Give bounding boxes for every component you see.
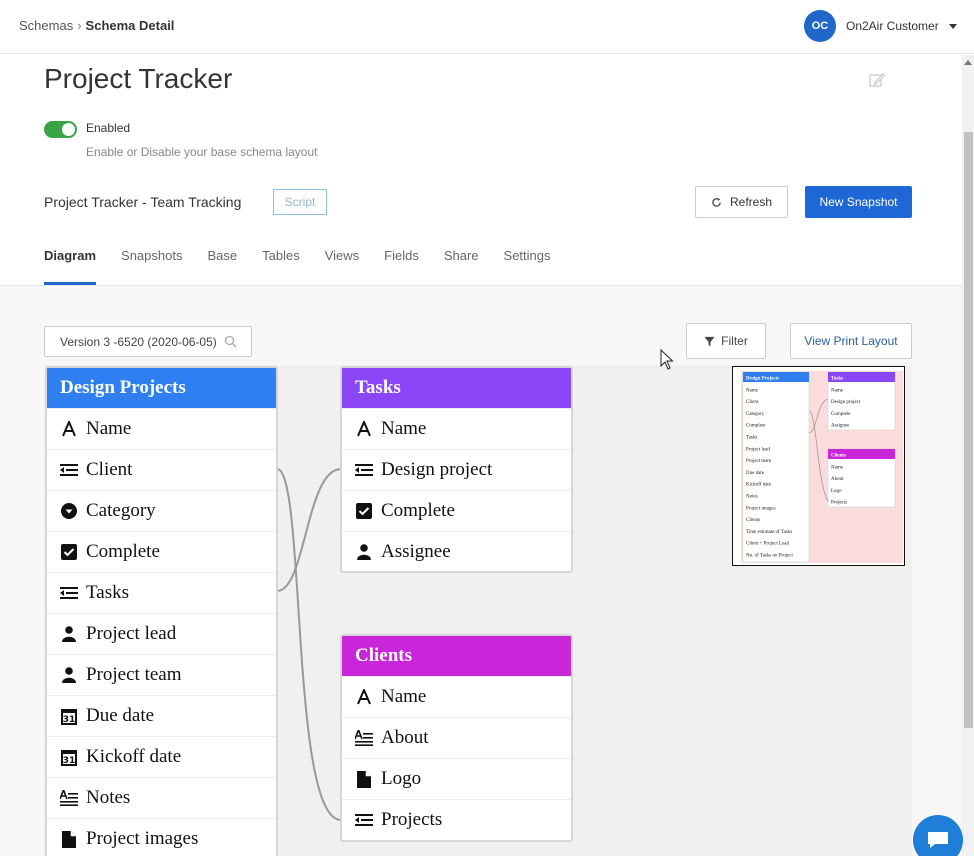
field-row[interactable]: Name [342, 408, 571, 449]
attachment-icon [60, 830, 78, 848]
field-row[interactable]: Project images [47, 818, 276, 856]
field-name: Complete [381, 500, 455, 521]
diagram-minimap[interactable]: Design Projects Name Client Category Complet… [732, 366, 905, 566]
field-name: Logo [381, 768, 422, 789]
minimap-label: Tasks [746, 436, 757, 441]
field-name: Tasks [86, 582, 130, 603]
minimap-label: Category [746, 412, 765, 417]
link-icon [60, 584, 78, 602]
calendar-icon: 31 [60, 707, 78, 725]
long-text-icon [60, 789, 78, 807]
minimap-content: Design Projects Name Client Category Complet… [742, 371, 896, 563]
field-name: Project team [86, 664, 182, 685]
field-row[interactable]: Client [47, 449, 276, 490]
minimap-label: Projects [831, 501, 847, 506]
minimap-label: About [831, 477, 844, 482]
table-clients[interactable]: Clients Name About Logo Projects [340, 634, 573, 842]
user-icon [60, 666, 78, 684]
field-row[interactable]: Project team [47, 654, 276, 695]
minimap-label: Project lead [746, 447, 770, 452]
text-icon [355, 420, 373, 438]
table-header[interactable]: Tasks [342, 368, 571, 408]
minimap-label: Project images [746, 506, 776, 511]
select-icon [60, 502, 78, 520]
field-row[interactable]: 31 Due date [47, 695, 276, 736]
checkbox-icon [60, 543, 78, 561]
field-row[interactable]: Assignee [342, 531, 571, 571]
table-header[interactable]: Design Projects [47, 368, 276, 408]
field-name: Name [381, 686, 427, 707]
minimap-lines [808, 398, 830, 504]
svg-text:31: 31 [63, 756, 76, 766]
field-name: Project lead [86, 623, 177, 644]
minimap-label: Client [746, 400, 759, 405]
minimap-label: Logo [831, 489, 842, 494]
field-row[interactable]: Complete [342, 490, 571, 531]
field-row[interactable]: Name [342, 676, 571, 717]
minimap-label: Project team [746, 459, 771, 464]
minimap-label: Notes [746, 495, 758, 500]
field-row[interactable]: Notes [47, 777, 276, 818]
field-name: Notes [86, 787, 131, 808]
long-text-icon [355, 729, 373, 747]
minimap-label: Tasks [831, 377, 843, 382]
minimap-label: Time estimate of Tasks [746, 530, 792, 535]
field-name: Kickoff date [86, 746, 182, 767]
calendar-icon: 31 [60, 748, 78, 766]
text-icon [60, 420, 78, 438]
minimap-label: Complete [831, 412, 851, 417]
minimap-label: Design Projects [746, 377, 779, 382]
minimap-label: Clients [746, 518, 760, 523]
field-row[interactable]: Complete [47, 531, 276, 572]
minimap-label: No. of Tasks on Project [746, 554, 794, 559]
minimap-label: Assignee [831, 424, 850, 429]
field-row[interactable]: Category [47, 490, 276, 531]
field-row[interactable]: Tasks [47, 572, 276, 613]
field-name: About [381, 727, 429, 748]
mouse-cursor-icon [660, 349, 674, 370]
field-row[interactable]: Logo [342, 758, 571, 799]
field-name: Complete [86, 541, 160, 562]
table-design-projects[interactable]: Design Projects Name Client Category Com… [45, 366, 278, 856]
attachment-icon [355, 770, 373, 788]
field-row[interactable]: Project lead [47, 613, 276, 654]
field-name: Project images [86, 828, 199, 849]
field-name: Projects [381, 809, 443, 830]
svg-text:31: 31 [63, 715, 76, 725]
field-name: Name [381, 418, 427, 439]
minimap-label: Clients [831, 454, 846, 459]
field-name: Name [86, 418, 132, 439]
field-name: Client [86, 459, 133, 480]
link-icon [355, 461, 373, 479]
field-name: Assignee [381, 541, 451, 562]
text-icon [355, 688, 373, 706]
field-name: Category [86, 500, 156, 521]
user-icon [355, 543, 373, 561]
user-icon [60, 625, 78, 643]
field-name: Due date [86, 705, 155, 726]
minimap-label: Kickoff date [746, 483, 772, 488]
link-icon [355, 811, 373, 829]
field-row[interactable]: Design project [342, 449, 571, 490]
field-row[interactable]: Projects [342, 799, 571, 840]
minimap-label: Complete [746, 424, 766, 429]
chat-icon [928, 832, 948, 848]
checkbox-icon [355, 502, 373, 520]
minimap-line [808, 410, 830, 504]
field-name: Design project [381, 459, 493, 480]
field-row[interactable]: About [342, 717, 571, 758]
minimap-label: Due date [746, 471, 765, 476]
minimap-label: Name [831, 388, 844, 393]
link-icon [60, 461, 78, 479]
field-row[interactable]: Name [47, 408, 276, 449]
minimap-label: Client + Project Lead [746, 542, 789, 547]
minimap-label: Name [746, 388, 759, 393]
minimap-label: Design project [831, 400, 861, 405]
table-header[interactable]: Clients [342, 636, 571, 676]
table-tasks[interactable]: Tasks Name Design project Complete Assig… [340, 366, 573, 573]
field-row[interactable]: 31 Kickoff date [47, 736, 276, 777]
minimap-label: Name [831, 465, 844, 470]
